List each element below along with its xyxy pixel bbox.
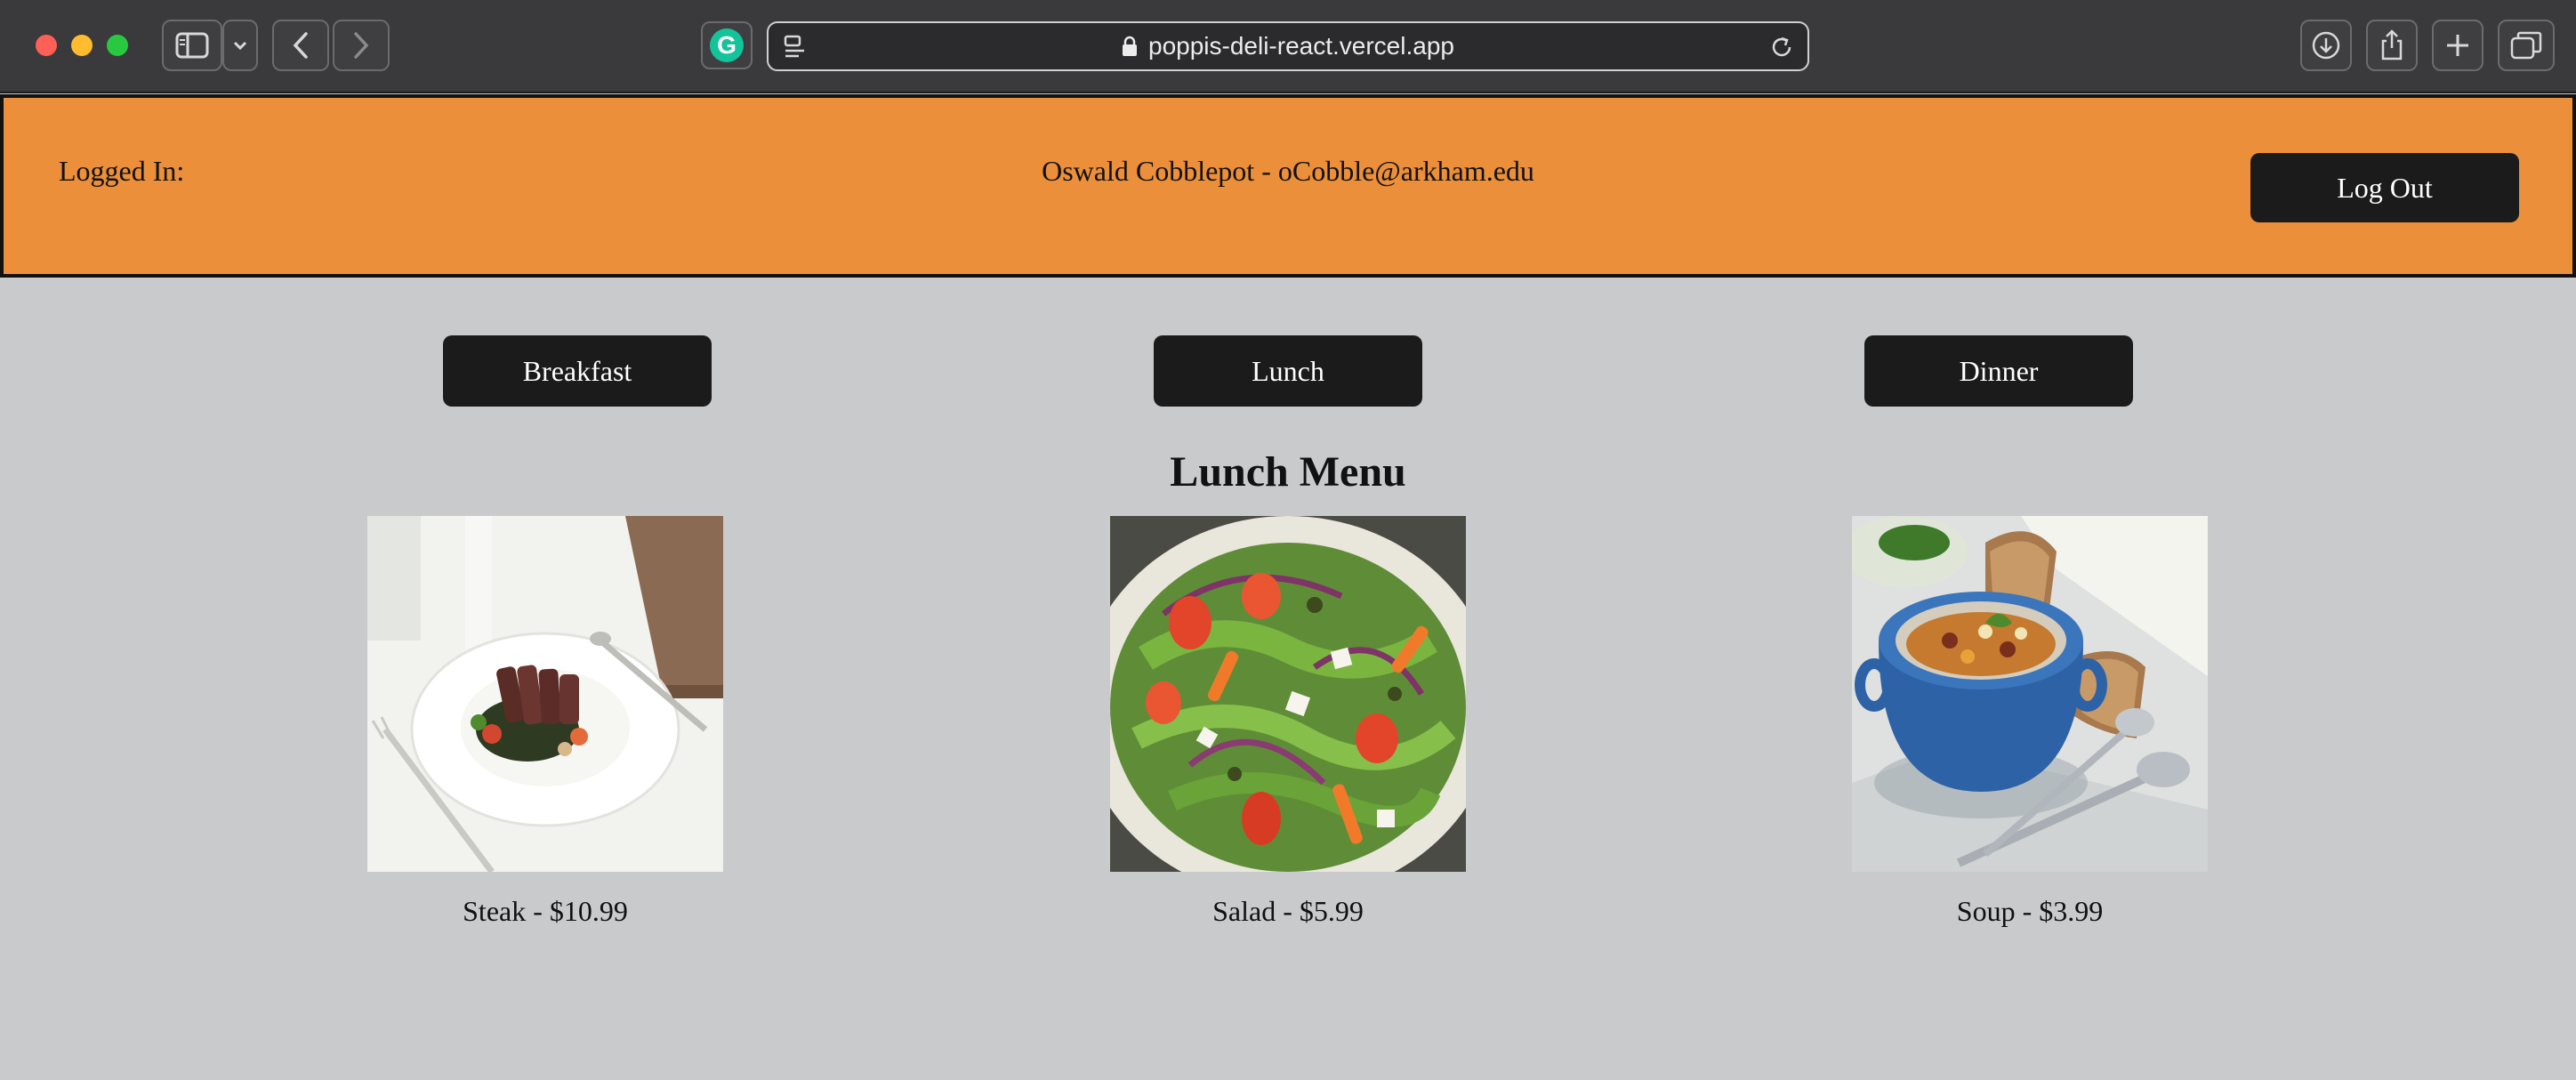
dinner-button[interactable]: Dinner: [1864, 335, 2133, 407]
soup-image: [1852, 516, 2208, 872]
lunch-button[interactable]: Lunch: [1154, 335, 1422, 407]
address-bar[interactable]: poppis-deli-react.vercel.app: [767, 21, 1809, 71]
steak-image: [367, 516, 723, 872]
menu-item-label: Steak - $10.99: [463, 895, 628, 927]
breakfast-button[interactable]: Breakfast: [443, 335, 712, 407]
new-tab-icon: [2447, 35, 2468, 56]
back-icon: [293, 32, 308, 59]
user-header: Logged In: Oswald Cobblepot - oCobble@ar…: [0, 94, 2576, 278]
menu-item-label: Salad - $5.99: [1212, 895, 1364, 927]
reload-icon[interactable]: [1768, 34, 1795, 60]
forward-button[interactable]: [333, 20, 390, 71]
grammarly-extension-button[interactable]: G: [701, 21, 753, 69]
downloads-button[interactable]: [2300, 20, 2352, 71]
tab-overview-icon: [2510, 31, 2542, 60]
new-tab-button[interactable]: [2432, 20, 2483, 71]
menu-item-label: Soup - $3.99: [1956, 895, 2104, 927]
sidebar-toggle-button[interactable]: [162, 20, 222, 71]
lock-icon: [1123, 36, 1138, 56]
close-window-button[interactable]: [36, 35, 57, 56]
url-text: poppis-deli-react.vercel.app: [1148, 32, 1454, 60]
chevron-down-icon: [233, 41, 247, 51]
grammarly-icon: G: [710, 28, 744, 62]
sidebar-icon: [175, 32, 209, 59]
forward-icon: [354, 32, 369, 59]
download-icon: [2312, 31, 2340, 60]
menu-title: Lunch Menu: [1170, 448, 1406, 496]
share-icon: [2381, 29, 2403, 60]
tab-groups-dropdown[interactable]: [222, 20, 258, 71]
user-info: Oswald Cobblepot - oCobble@arkham.edu: [1042, 155, 1534, 187]
log-out-button[interactable]: Log Out: [2250, 153, 2519, 222]
back-button[interactable]: [272, 20, 329, 71]
zoom-window-button[interactable]: [107, 35, 128, 56]
minimize-window-button[interactable]: [71, 35, 93, 56]
browser-toolbar: G poppis-deli-react.vercel.app: [0, 0, 2576, 93]
tab-overview-button[interactable]: [2498, 20, 2555, 71]
salad-image: [1110, 516, 1466, 872]
share-button[interactable]: [2366, 20, 2418, 71]
